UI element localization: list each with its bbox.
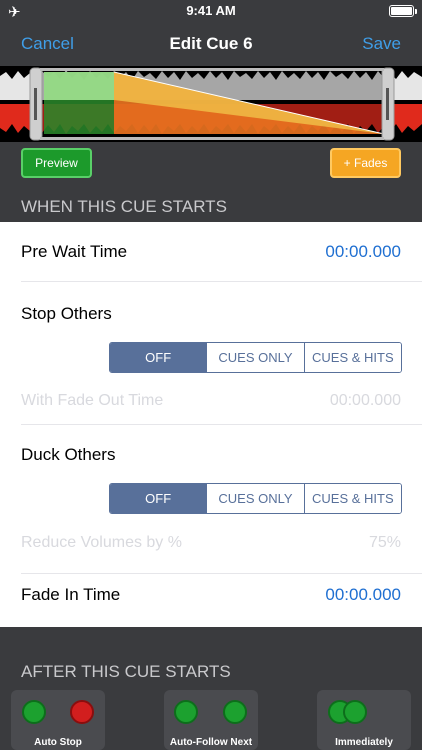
waveform-buttons: Preview + Fades: [0, 142, 422, 188]
section-header-after: AFTER THIS CUE STARTS: [0, 656, 422, 688]
green-indicator-icon: [223, 700, 247, 724]
stop-others-cues-only[interactable]: CUES ONLY: [206, 343, 304, 372]
section-header-when: WHEN THIS CUE STARTS: [0, 190, 422, 222]
status-time: 9:41 AM: [186, 3, 236, 18]
cancel-button[interactable]: Cancel: [21, 34, 74, 54]
red-indicator-icon: [70, 700, 94, 724]
waveform-editor[interactable]: [0, 66, 422, 142]
duck-others-row: Duck Others: [21, 425, 422, 485]
auto-follow-tile[interactable]: Auto-Follow Next: [164, 690, 258, 750]
fade-in-value[interactable]: 00:00.000: [325, 585, 401, 605]
duck-others-label: Duck Others: [21, 445, 116, 464]
fades-button[interactable]: + Fades: [330, 148, 401, 178]
auto-stop-tile[interactable]: Auto Stop: [11, 690, 105, 750]
reduce-volume-label: Reduce Volumes by %: [21, 534, 182, 551]
nav-bar: Cancel Edit Cue 6 Save: [0, 22, 422, 66]
duck-others-cues-hits[interactable]: CUES & HITS: [303, 484, 401, 513]
fade-out-row: With Fade Out Time 00:00.000: [21, 372, 422, 432]
waveform-graphic: [0, 66, 422, 142]
fade-out-value: 00:00.000: [329, 392, 401, 409]
fade-in-row[interactable]: Fade In Time 00:00.000: [21, 565, 422, 625]
cue-start-settings: Pre Wait Time 00:00.000 Stop Others OFF …: [0, 222, 422, 627]
preview-button[interactable]: Preview: [21, 148, 92, 178]
status-bar: ✈ 9:41 AM: [0, 0, 422, 22]
duck-others-cues-only[interactable]: CUES ONLY: [206, 484, 304, 513]
save-button[interactable]: Save: [362, 34, 401, 54]
stop-others-label: Stop Others: [21, 304, 112, 323]
screen: ✈ 9:41 AM Cancel Edit Cue 6 Save Preview…: [0, 0, 422, 750]
duck-others-off[interactable]: OFF: [110, 484, 207, 513]
stop-others-segmented-control[interactable]: OFF CUES ONLY CUES & HITS: [109, 342, 402, 373]
stop-others-off[interactable]: OFF: [110, 343, 207, 372]
pre-wait-value[interactable]: 00:00.000: [325, 242, 401, 262]
immediately-tile[interactable]: Immediately: [317, 690, 411, 750]
green-indicator-icon: [343, 700, 367, 724]
green-indicator-icon: [174, 700, 198, 724]
battery-icon: [389, 5, 417, 17]
fade-out-label: With Fade Out Time: [21, 392, 164, 409]
pre-wait-label: Pre Wait Time: [21, 242, 128, 261]
duck-others-segmented-control[interactable]: OFF CUES ONLY CUES & HITS: [109, 483, 402, 514]
stop-others-cues-hits[interactable]: CUES & HITS: [303, 343, 401, 372]
reduce-volume-value: 75%: [368, 534, 401, 551]
green-indicator-icon: [22, 700, 46, 724]
pre-wait-row[interactable]: Pre Wait Time 00:00.000: [21, 222, 422, 282]
fade-in-label: Fade In Time: [21, 585, 121, 604]
auto-stop-label: Auto Stop: [34, 737, 82, 748]
immediately-label: Immediately: [335, 737, 393, 748]
auto-follow-label: Auto-Follow Next: [169, 737, 253, 748]
after-start-options: Auto Stop Auto-Follow Next Immediately: [0, 690, 422, 750]
